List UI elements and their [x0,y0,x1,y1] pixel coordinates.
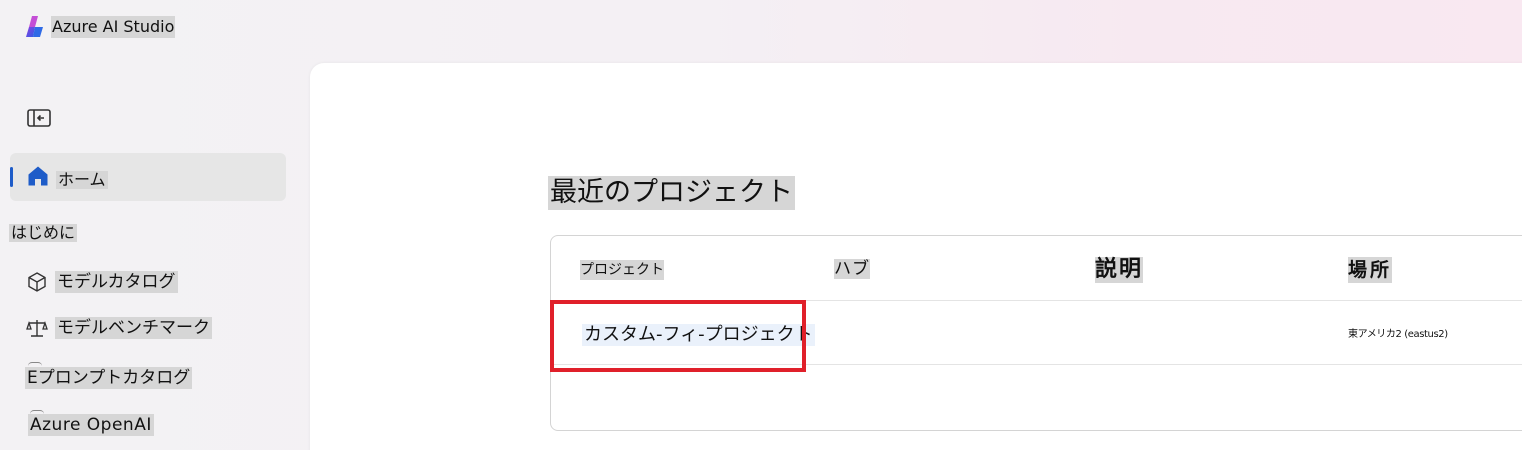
column-header-project[interactable]: プロジェクト [580,260,664,280]
column-header-description[interactable]: 説明 [1095,257,1144,283]
sidebar-item-label: Azure OpenAI [28,414,154,436]
sidebar-item-label: ホーム [56,170,108,189]
cube-icon [25,270,49,294]
collapse-panel-icon [27,109,51,127]
sidebar-item-model-catalog[interactable]: モデルカタログ [25,270,178,294]
table-row[interactable]: カスタム-フィ-プロジェクト 東アメリカ2 (eastus2) [551,301,1522,364]
location-cell: 東アメリカ2 (eastus2) [1348,329,1448,340]
azure-ai-studio-logo [26,16,43,37]
recent-projects-title: 最近のプロジェクト [548,176,795,210]
sidebar-item-label: モデルベンチマーク [55,317,212,339]
sidebar-item-azure-openai[interactable]: Azure OpenAI [28,414,154,436]
recent-projects-table: プロジェクト ハブ 説明 場所 カスタム-フィ-プロジェクト 東アメリカ2 (e… [550,235,1522,431]
project-link[interactable]: カスタム-フィ-プロジェクト [582,324,815,346]
sidebar-item-model-benchmarks[interactable]: モデルベンチマーク [25,316,212,340]
app-title: Azure AI Studio [51,16,176,38]
sidebar-item-home[interactable]: ホーム [10,153,286,201]
row-divider [551,364,1522,365]
active-indicator [10,167,13,187]
sidebar-item-label: モデルカタログ [55,271,178,293]
section-title-getting-started: はじめに [9,223,78,242]
app-brand[interactable]: Azure AI Studio [24,14,176,40]
collapse-sidebar-button[interactable] [27,108,51,128]
sidebar-item-label: Eプロンプトカタログ [25,367,193,389]
column-header-location[interactable]: 場所 [1348,257,1393,283]
scale-icon [25,316,49,340]
sidebar-item-prompt-catalog[interactable]: Eプロンプトカタログ [25,367,193,389]
prompt-icon [28,362,42,366]
column-header-hub[interactable]: ハブ [834,259,870,279]
home-icon [28,166,48,186]
